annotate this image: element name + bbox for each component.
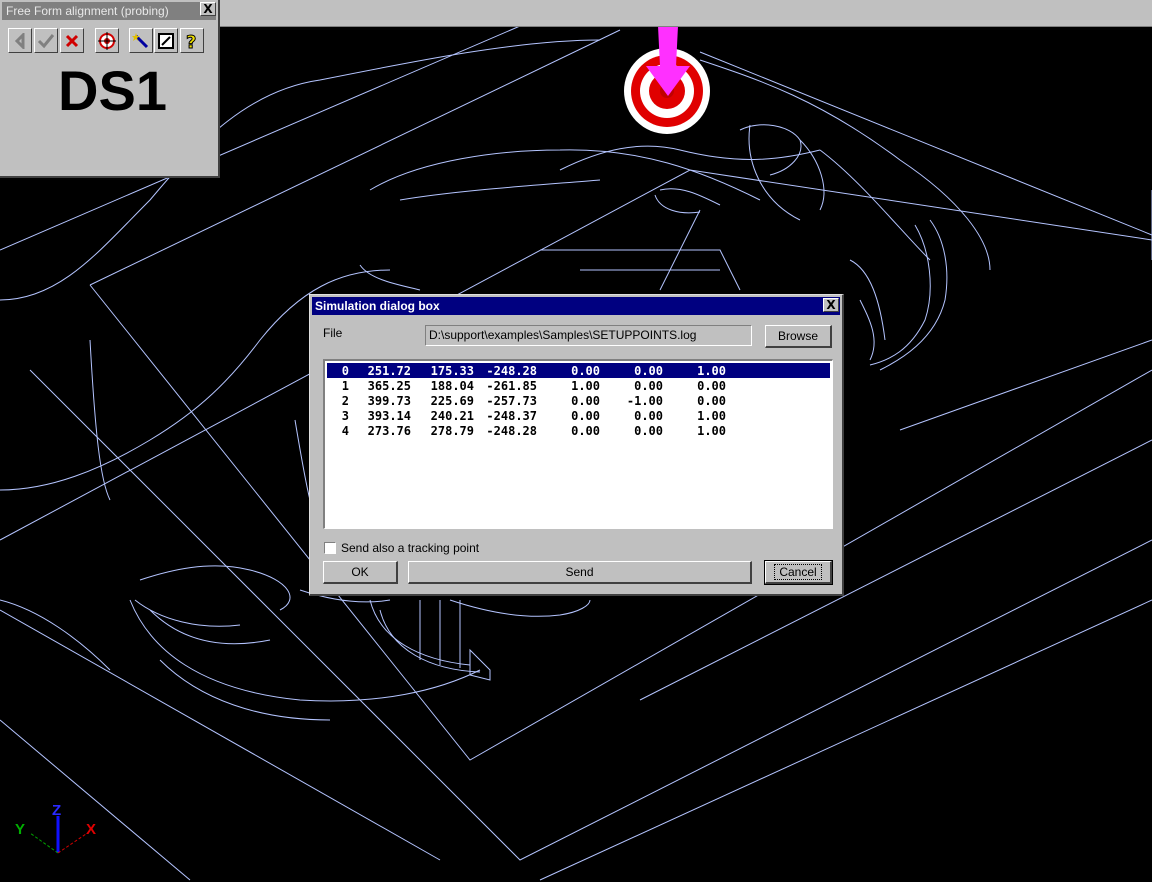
tracking-point-label[interactable]: Send also a tracking point	[341, 541, 479, 555]
point-value: 0.00	[697, 393, 726, 408]
svg-text:?: ?	[186, 32, 196, 51]
cancel-button-label: Cancel	[774, 564, 822, 580]
wand-icon	[132, 32, 149, 48]
point-value: 273.76	[367, 423, 411, 438]
point-value: 1.00	[697, 423, 726, 438]
points-list[interactable]: 0 251.72 175.33 -248.28 0.00 0.00 1.00 1 365.25 1…	[323, 359, 833, 529]
point-value: 188.04	[430, 378, 474, 393]
point-value: 175.33	[430, 363, 474, 378]
point-value: 0.00	[571, 423, 600, 438]
accept-button[interactable]	[34, 28, 58, 53]
point-value: 365.25	[367, 378, 411, 393]
axis-x-label: X	[86, 821, 96, 838]
point-index: 1	[341, 378, 349, 393]
frame-icon	[158, 32, 174, 49]
point-value: 0.00	[571, 363, 600, 378]
point-value: 399.73	[367, 393, 411, 408]
back-button[interactable]	[8, 28, 32, 53]
target-icon	[98, 31, 116, 50]
point-value: 0.00	[634, 363, 663, 378]
check-icon	[37, 33, 55, 48]
point-value: 0.00	[634, 408, 663, 423]
cancel-button[interactable]: Cancel	[764, 560, 833, 585]
list-item[interactable]: 2 399.73 225.69 -257.73 0.00 -1.00 0.00	[327, 393, 830, 408]
point-index: 4	[341, 423, 349, 438]
list-item[interactable]: 0 251.72 175.33 -248.28 0.00 0.00 1.00	[327, 363, 830, 378]
point-value: 1.00	[697, 363, 726, 378]
point-value: 1.00	[697, 408, 726, 423]
tool-window-close-button[interactable]: X	[200, 2, 216, 16]
back-arrow-icon	[14, 32, 25, 49]
list-item[interactable]: 1 365.25 188.04 -261.85 1.00 0.00 0.00	[327, 378, 830, 393]
point-value: 1.00	[571, 378, 600, 393]
tracking-point-checkbox[interactable]	[324, 542, 336, 554]
list-item[interactable]: 4 273.76 278.79 -248.28 0.00 0.00 1.00	[327, 423, 830, 438]
probe-target-button[interactable]	[95, 28, 119, 53]
point-value: 0.00	[634, 378, 663, 393]
point-index: 2	[341, 393, 349, 408]
point-value: 0.00	[634, 423, 663, 438]
dialog-title: Simulation dialog box	[312, 297, 840, 315]
datum-set-label: DS1	[58, 59, 167, 122]
file-label: File	[323, 326, 343, 340]
point-value: -1.00	[626, 393, 663, 408]
point-value: 278.79	[430, 423, 474, 438]
tool-window-title: Free Form alignment (probing)	[2, 2, 216, 20]
point-value: 0.00	[571, 408, 600, 423]
point-value: -248.28	[486, 363, 537, 378]
point-value: 393.14	[367, 408, 411, 423]
axis-y-label: Y	[15, 821, 25, 838]
point-value: 225.69	[430, 393, 474, 408]
point-value: -261.85	[486, 378, 537, 393]
frame-button[interactable]	[154, 28, 178, 53]
ok-button[interactable]: OK	[323, 561, 398, 584]
dialog-close-button[interactable]: X	[823, 298, 839, 312]
simulation-dialog: Simulation dialog box X File D:\support\…	[309, 294, 844, 596]
cancel-tool-button[interactable]	[60, 28, 84, 53]
file-path-field[interactable]: D:\support\examples\Samples\SETUPPOINTS.…	[425, 325, 752, 346]
point-value: 251.72	[367, 363, 411, 378]
help-button[interactable]: ?	[180, 28, 204, 53]
axis-z-label: Z	[52, 802, 61, 819]
point-index: 3	[341, 408, 349, 423]
auto-align-button[interactable]	[129, 28, 153, 53]
point-value: -257.73	[486, 393, 537, 408]
point-value: -248.28	[486, 423, 537, 438]
point-value: 0.00	[697, 378, 726, 393]
red-x-icon	[65, 34, 79, 47]
axis-triad-icon: Z Y X	[15, 802, 96, 854]
list-item[interactable]: 3 393.14 240.21 -248.37 0.00 0.00 1.00	[327, 408, 830, 423]
browse-button[interactable]: Browse	[765, 325, 832, 348]
send-button[interactable]: Send	[408, 561, 752, 584]
point-value: 0.00	[571, 393, 600, 408]
point-index: 0	[341, 363, 349, 378]
free-form-alignment-window: Free Form alignment (probing) X ? DS1	[0, 0, 220, 178]
point-value: 240.21	[430, 408, 474, 423]
point-value: -248.37	[486, 408, 537, 423]
help-icon: ?	[186, 31, 197, 51]
